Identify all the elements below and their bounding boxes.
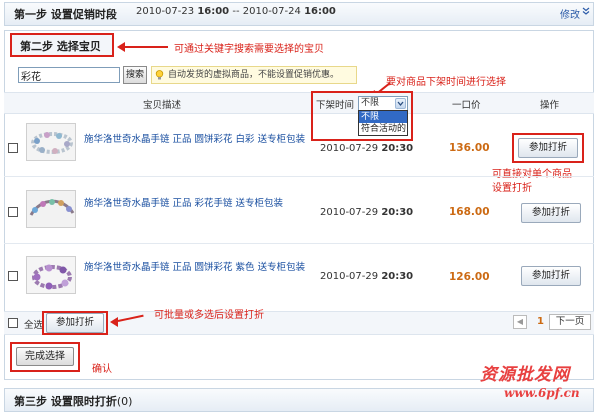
row-checkbox[interactable] [8,271,18,281]
sort-highlight-box [311,91,413,141]
row-checkbox[interactable] [8,207,18,217]
virtual-goods-tip: 自动发货的虚拟商品，不能设置促销优惠。 [151,66,357,84]
product-thumbnail[interactable] [26,123,76,161]
product-price: 168.00 [449,206,490,218]
row-divider [4,243,594,244]
col-price: 一口价 [452,100,481,111]
delist-date: 2010-07-29 [320,143,379,154]
product-price: 126.00 [449,271,490,283]
annotation-single-line1: 可直接对单个商品 [492,169,572,180]
product-title[interactable]: 施华洛世奇水晶手链 正品 圆饼彩花 白彩 送专柜包装 [84,131,305,145]
step2-title: 第二步 选择宝贝 [20,40,101,53]
delist-datetime: 2010-07-29 20:30 [320,271,413,282]
product-price: 136.00 [449,142,490,154]
search-button[interactable]: 搜索 [123,66,147,84]
join-discount-button[interactable]: 参加打折 [521,203,581,223]
step1-title: 第一步 设置促销时段 [14,8,117,21]
join-discount-button[interactable]: 参加打折 [521,266,581,286]
delist-date: 2010-07-29 [320,271,379,282]
delist-time: 20:30 [381,207,414,218]
current-page: 1 [537,316,544,327]
finish-selection-button[interactable]: 完成选择 [16,347,74,366]
delist-time: 20:30 [381,271,414,282]
table-header [4,92,594,114]
annotation-confirm: 确认 [92,364,112,375]
select-all-label[interactable]: 全选 [24,317,43,331]
search-input[interactable] [18,67,120,83]
step3-title-wrap: 第三步 设置限时打折(0) [14,393,132,409]
delist-time: 20:30 [381,143,414,154]
end-date: 2010-07-24 [242,6,301,17]
product-thumbnail[interactable] [26,256,76,294]
annotation-arrowhead-search [117,42,125,52]
col-action: 操作 [540,100,560,111]
prev-page-button[interactable]: ◀ [513,315,527,329]
bracelet-image [27,191,75,227]
watermark-url: www.6pf.cn [504,386,580,400]
col-desc: 宝贝描述 [143,100,182,111]
product-title[interactable]: 施华洛世奇水晶手链 正品 彩花手链 送专柜包装 [84,195,283,209]
watermark-logo: 资源批发网 [480,365,570,385]
lightbulb-icon [155,70,164,80]
start-time: 16:00 [197,6,230,17]
annotation-search: 可通过关键字搜索需要选择的宝贝 [174,44,324,55]
bracelet-image [27,257,75,293]
tip-text: 自动发货的虚拟商品，不能设置促销优惠。 [168,70,340,80]
delist-datetime: 2010-07-29 20:30 [320,143,413,154]
edit-link[interactable]: 修改 [560,6,580,21]
promo-period: 2010-07-23 16:00 -- 2010-07-24 16:00 [136,6,336,17]
start-date: 2010-07-23 [136,6,195,17]
row-checkbox[interactable] [8,143,18,153]
join-discount-button[interactable]: 参加打折 [518,138,578,158]
bracelet-image [27,124,75,160]
delist-datetime: 2010-07-29 20:30 [320,207,413,218]
date-separator: -- [232,6,240,17]
product-title[interactable]: 施华洛世奇水晶手链 正品 圆饼彩花 紫色 送专柜包装 [84,259,305,273]
annotation-arrow-search [124,46,168,48]
delist-date: 2010-07-29 [320,207,379,218]
annotation-arrowhead-batch [110,317,118,327]
annotation-batch: 可批量或多选后设置打折 [154,310,264,321]
step3-title: 第三步 设置限时打折 [14,395,117,408]
select-all-checkbox[interactable] [8,318,18,328]
batch-join-discount-button[interactable]: 参加打折 [46,313,104,333]
step3-count: (0) [116,395,133,408]
row-divider [4,176,594,177]
next-page-button[interactable]: 下一页 [549,314,591,330]
annotation-sort: 要对商品下架时间进行选择 [386,77,506,88]
product-thumbnail[interactable] [26,190,76,228]
annotation-single-line2: 设置打折 [492,183,532,194]
double-chevron-icon[interactable] [582,7,590,15]
end-time: 16:00 [304,6,336,17]
